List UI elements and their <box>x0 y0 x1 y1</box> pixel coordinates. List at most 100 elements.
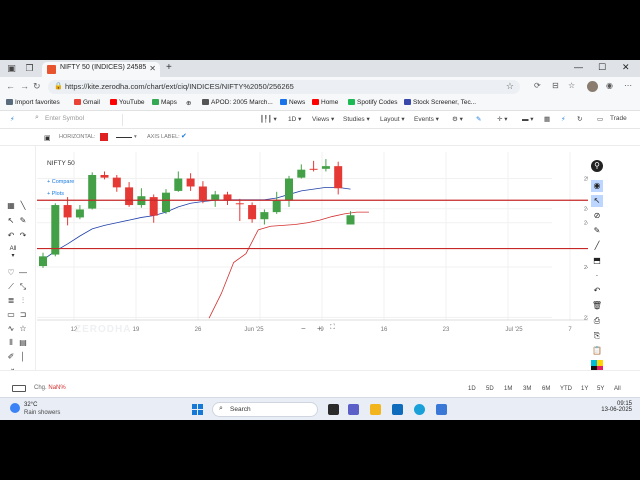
bookmark-item[interactable]: Import favorites <box>6 99 60 106</box>
ruler-icon[interactable]: ╱ <box>591 240 603 252</box>
extensions-icon[interactable]: ⟳ <box>534 81 541 90</box>
new-tab-button[interactable]: + <box>166 62 172 73</box>
layout-menu[interactable]: Layout ▾ <box>380 115 405 123</box>
minimize-icon[interactable]: — <box>574 62 583 72</box>
camera-icon[interactable]: ⎙ <box>591 315 603 327</box>
kite-logo-icon[interactable]: ⚡ <box>10 115 15 123</box>
profile-avatar[interactable] <box>587 81 598 92</box>
studies-menu[interactable]: Studies ▾ <box>343 115 370 123</box>
crosshair-icon[interactable]: ✛ ▾ <box>497 115 508 123</box>
reload-chart-icon[interactable]: ↻ <box>577 115 582 123</box>
address-bar[interactable]: 🔒 https://kite.zerodha.com/chart/ext/ciq… <box>48 80 520 94</box>
keyboard-icon[interactable] <box>12 385 26 392</box>
settings-gear-icon[interactable]: ⚙ ▾ <box>452 115 463 123</box>
symbol-search-placeholder[interactable]: Enter Symbol <box>45 115 84 122</box>
plots-legend-item[interactable]: + Plots <box>47 191 64 197</box>
close-window-icon[interactable]: ✕ <box>622 62 630 73</box>
eye-icon[interactable]: ◉ <box>591 180 603 192</box>
events-menu[interactable]: Events ▾ <box>414 115 439 123</box>
system-clock[interactable]: 09:15 13-06-2025 <box>594 401 632 413</box>
brush-icon[interactable]: ✐ <box>6 352 16 361</box>
pencil-icon[interactable]: ✎ <box>18 216 28 225</box>
heart-icon[interactable]: ♡ <box>6 268 16 277</box>
bookmark-item[interactable]: Gmail <box>74 99 100 106</box>
start-button-icon[interactable] <box>192 404 203 415</box>
layout-grid-icon[interactable]: ▦ <box>6 201 16 210</box>
line-style-dropdown-icon[interactable]: ▾ <box>134 134 137 140</box>
bookmark-item[interactable]: Stock Screener, Tec... <box>404 99 476 106</box>
back-icon[interactable]: ← <box>6 81 15 91</box>
lock-icon[interactable]: 🔒 <box>54 82 63 90</box>
copilot-icon[interactable]: ◉ <box>606 81 613 90</box>
more-menu-icon[interactable]: ⋯ <box>624 81 632 90</box>
pointer-icon[interactable]: ↖ <box>591 195 603 207</box>
refresh-icon[interactable]: ↻ <box>33 81 41 92</box>
bookmark-item[interactable]: APOD: 2005 March... <box>202 99 273 106</box>
rectangle-icon[interactable]: ▭ <box>6 310 16 319</box>
bookmark-item[interactable]: Home <box>312 99 338 106</box>
symbol-search[interactable]: ⌕ Enter Symbol <box>33 114 123 126</box>
trash-icon[interactable]: 🗑 <box>591 300 603 312</box>
interval-dropdown[interactable]: 1D ▾ <box>288 115 301 123</box>
undo-drawing-icon[interactable]: ↶ <box>591 285 603 297</box>
timeframe-1y[interactable]: 1Y <box>581 386 588 392</box>
snipping-tool-icon[interactable] <box>436 404 447 415</box>
workspaces-icon[interactable]: ▣ <box>6 63 17 74</box>
cursor-arrow-icon[interactable]: ↖ <box>6 216 16 225</box>
bookmark-item[interactable]: YouTube <box>110 99 145 106</box>
trendline-icon[interactable]: ⟋ <box>6 282 16 292</box>
channel-icon[interactable]: ⊐ <box>18 310 28 319</box>
timeframe-1d[interactable]: 1D <box>468 386 476 392</box>
file-explorer-icon[interactable] <box>370 404 381 415</box>
views-menu[interactable]: Views ▾ <box>312 115 334 123</box>
eraser-icon[interactable]: ⬒ <box>591 255 603 267</box>
close-tab-icon[interactable]: ✕ <box>149 64 156 73</box>
task-view-icon[interactable] <box>328 404 339 415</box>
timeframe-5y[interactable]: 5Y <box>597 386 604 392</box>
clipboard-icon[interactable]: 📋 <box>591 345 603 357</box>
drawing-tool-icon[interactable]: ▣ <box>44 134 51 142</box>
hline-icon[interactable]: — <box>18 268 28 277</box>
bookmark-item[interactable]: Maps <box>152 99 177 106</box>
fib-icon[interactable]: ≣ <box>6 296 16 305</box>
favorite-star-icon[interactable]: ☆ <box>506 81 514 92</box>
maximize-icon[interactable]: ☐ <box>598 62 606 73</box>
split-screen-icon[interactable]: ⊟ <box>552 81 559 90</box>
ray-icon[interactable]: ⤡ <box>18 282 28 292</box>
draw-pencil-icon[interactable]: ✎ <box>476 115 481 123</box>
line-color-swatch[interactable] <box>100 133 108 141</box>
cart-icon[interactable]: ▭ <box>597 115 603 123</box>
hide-icon[interactable]: ⊘ <box>591 210 603 222</box>
comment-icon[interactable]: ▬ ▾ <box>522 115 534 123</box>
pin-icon[interactable]: ⚲ <box>591 160 603 172</box>
axis-label-checkbox-icon[interactable]: ✔ <box>181 132 187 140</box>
timeframe-all[interactable]: All <box>614 386 621 392</box>
alert-bolt-icon[interactable]: ⚡ <box>561 115 566 123</box>
forward-icon[interactable]: → <box>20 81 29 91</box>
globe-icon[interactable]: ⊕ <box>186 99 191 107</box>
timeframe-ytd[interactable]: YTD <box>560 386 572 392</box>
timeframe-1m[interactable]: 1M <box>504 386 512 392</box>
save-drawing-icon[interactable]: ⎘ <box>591 330 603 342</box>
browser-tab[interactable]: NIFTY 50 (INDICES) 24585 - Kite ✕ <box>42 62 160 77</box>
trade-button[interactable]: Trade <box>610 115 627 122</box>
fullscreen-button[interactable]: ⛶ <box>330 324 335 332</box>
vline-icon[interactable]: │ <box>18 352 28 361</box>
line-style-swatch[interactable] <box>116 137 132 138</box>
teams-icon[interactable] <box>348 404 359 415</box>
store-icon[interactable] <box>392 404 403 415</box>
timeframe-3m[interactable]: 3M <box>523 386 531 392</box>
favorites-icon[interactable]: ☆ <box>568 81 575 90</box>
bookmark-item[interactable]: Spotify Codes <box>348 99 397 106</box>
star-icon[interactable]: ☆ <box>18 324 28 333</box>
undo-icon[interactable]: ↶ <box>6 231 16 240</box>
pen-tool-icon[interactable]: ✎ <box>591 225 603 237</box>
pitchfork-icon[interactable]: ⫶ <box>18 296 28 306</box>
tab-actions-icon[interactable]: ❐ <box>24 63 35 74</box>
bookmark-item[interactable]: News <box>280 99 305 106</box>
table-icon[interactable]: ▦ <box>544 115 550 123</box>
zoom-out-button[interactable]: − <box>301 324 306 333</box>
line-tool-icon[interactable]: ╲ <box>18 201 28 210</box>
bars-pattern-icon[interactable]: ⦀ <box>6 338 16 348</box>
timeframe-6m[interactable]: 6M <box>542 386 550 392</box>
